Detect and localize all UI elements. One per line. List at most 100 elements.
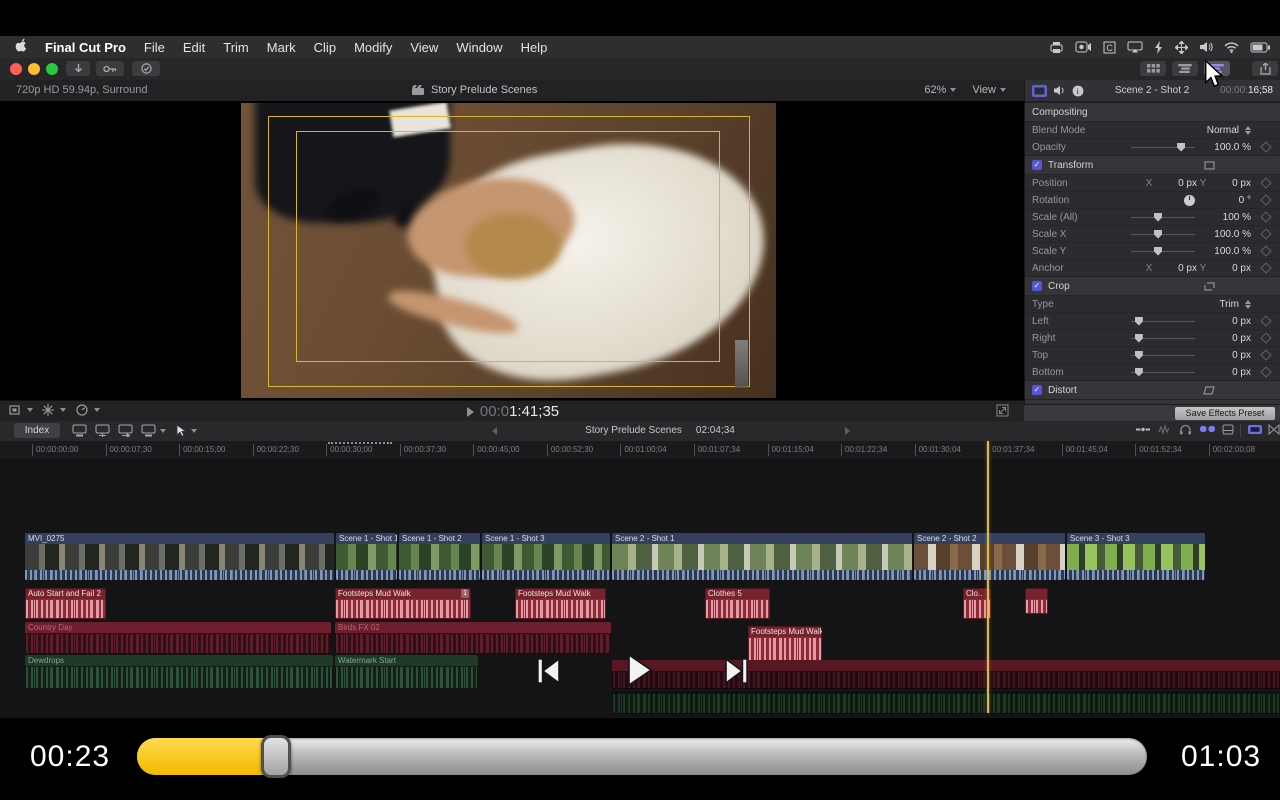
crop-right-slider[interactable] — [1131, 338, 1195, 339]
menu-file[interactable]: File — [144, 40, 165, 55]
timeline-view-button[interactable] — [1172, 61, 1198, 76]
playhead[interactable] — [987, 441, 989, 713]
battery-icon[interactable] — [1250, 42, 1270, 53]
stepper-icon[interactable] — [1244, 300, 1252, 309]
slider-thumb[interactable] — [1154, 230, 1162, 239]
scale-y-value[interactable]: 100.0 % — [1195, 246, 1251, 257]
keyframe-icon[interactable] — [1260, 211, 1271, 222]
menu-edit[interactable]: Edit — [183, 40, 205, 55]
expand-viewer-button[interactable] — [996, 404, 1009, 417]
crop-onscreen-icon[interactable] — [1204, 282, 1215, 291]
save-effects-preset-button[interactable]: Save Effects Preset — [1175, 407, 1275, 420]
keyframe-icon[interactable] — [1260, 228, 1271, 239]
info-inspector-icon[interactable]: i — [1072, 85, 1084, 97]
download-button[interactable] — [66, 61, 90, 76]
crop-top-value[interactable]: 0 px — [1195, 350, 1251, 361]
rotation-dial[interactable] — [1184, 195, 1195, 206]
rotation-value[interactable]: 0 ° — [1195, 195, 1251, 206]
slider-thumb[interactable] — [1135, 317, 1143, 326]
anchor-x-field[interactable]: 0 px — [1155, 263, 1197, 274]
zoom-window-button[interactable] — [46, 63, 58, 75]
scale-x-value[interactable]: 100.0 % — [1195, 229, 1251, 240]
retime-tool-menu[interactable] — [76, 404, 100, 416]
blend-mode-select[interactable]: Normal — [1183, 125, 1239, 136]
viewer-video-frame[interactable] — [241, 103, 776, 398]
crop-left-value[interactable]: 0 px — [1195, 316, 1251, 327]
capture-app-icon[interactable]: C — [1103, 41, 1116, 54]
slider-thumb[interactable] — [1135, 351, 1143, 360]
move-icon[interactable] — [1175, 41, 1188, 54]
section-transform[interactable]: ✓ Transform — [1025, 155, 1280, 174]
crop-checkbox[interactable]: ✓ — [1032, 281, 1042, 291]
menu-help[interactable]: Help — [521, 40, 548, 55]
menu-view[interactable]: View — [410, 40, 438, 55]
browser-view-button[interactable] — [1140, 61, 1166, 76]
keyframe-icon[interactable] — [1260, 366, 1271, 377]
keyframe-icon[interactable] — [1260, 245, 1271, 256]
skimming-button[interactable] — [1136, 424, 1150, 435]
distort-checkbox[interactable]: ✓ — [1032, 385, 1042, 395]
keyframe-icon[interactable] — [1260, 262, 1271, 273]
scale-x-slider[interactable] — [1131, 234, 1195, 235]
audio-skimming-button[interactable] — [1158, 424, 1171, 435]
minimize-window-button[interactable] — [28, 63, 40, 75]
timeline-ruler[interactable]: 00:00:00;0000:00:07;3000:00:15;0000:00:2… — [0, 441, 1280, 460]
player-scrubber[interactable] — [137, 738, 1147, 775]
insert-clip-button[interactable] — [95, 424, 110, 437]
viewer-view-menu[interactable]: View — [972, 84, 1006, 96]
crop-bottom-value[interactable]: 0 px — [1195, 367, 1251, 378]
slider-thumb[interactable] — [1154, 213, 1162, 222]
task-check-button[interactable] — [132, 61, 160, 76]
connect-clip-button[interactable] — [72, 424, 87, 437]
crop-top-slider[interactable] — [1131, 355, 1195, 356]
keyframe-icon[interactable] — [1260, 332, 1271, 343]
skip-back-button[interactable] — [536, 657, 561, 685]
crop-tool-menu[interactable] — [8, 404, 33, 416]
opacity-slider[interactable] — [1131, 147, 1195, 148]
position-x-field[interactable]: 0 px — [1155, 178, 1197, 189]
stepper-icon[interactable] — [1244, 126, 1252, 135]
transform-onscreen-icon[interactable] — [1204, 161, 1215, 170]
audio-inspector-icon[interactable] — [1053, 85, 1066, 96]
menu-app-name[interactable]: Final Cut Pro — [45, 40, 126, 55]
solo-button[interactable] — [1179, 424, 1192, 435]
clip-appearance-button[interactable] — [1222, 424, 1234, 435]
close-window-button[interactable] — [10, 63, 22, 75]
crop-bottom-slider[interactable] — [1131, 372, 1195, 373]
effects-browser-button[interactable] — [1248, 424, 1262, 435]
wifi-icon[interactable] — [1224, 42, 1239, 53]
share-button[interactable] — [1252, 61, 1278, 76]
distort-onscreen-icon[interactable] — [1203, 386, 1215, 395]
crop-left-slider[interactable] — [1131, 321, 1195, 322]
slider-thumb[interactable] — [1135, 334, 1143, 343]
timeline-project-title[interactable]: Story Prelude Scenes — [585, 425, 682, 436]
keyframe-icon[interactable] — [1260, 194, 1271, 205]
crop-type-select[interactable]: Trim — [1183, 299, 1239, 310]
overwrite-clip-button[interactable] — [141, 424, 166, 437]
keyframe-icon[interactable] — [1260, 177, 1271, 188]
scale-all-value[interactable]: 100 % — [1195, 212, 1251, 223]
menu-mark[interactable]: Mark — [267, 40, 296, 55]
position-y-field[interactable]: 0 px — [1209, 178, 1251, 189]
crop-overlay-handle[interactable] — [735, 340, 748, 388]
viewer-zoom-menu[interactable]: 62% — [924, 84, 956, 96]
transitions-browser-button[interactable] — [1268, 424, 1280, 435]
crop-right-value[interactable]: 0 px — [1195, 333, 1251, 344]
section-distort[interactable]: ✓ Distort — [1025, 380, 1280, 399]
crop-overlay-inner[interactable] — [296, 131, 720, 362]
menu-modify[interactable]: Modify — [354, 40, 392, 55]
keyframe-icon[interactable] — [1260, 315, 1271, 326]
volume-icon[interactable] — [1199, 41, 1213, 53]
effects-tool-menu[interactable] — [42, 404, 66, 416]
section-crop[interactable]: ✓ Crop — [1025, 276, 1280, 295]
select-tool-button[interactable] — [176, 424, 197, 437]
slider-thumb[interactable] — [1177, 143, 1185, 152]
slider-thumb[interactable] — [1135, 368, 1143, 377]
player-scrubber-handle[interactable] — [261, 735, 291, 778]
transform-checkbox[interactable]: ✓ — [1032, 160, 1042, 170]
play-button[interactable] — [627, 653, 653, 687]
previous-project-arrow[interactable] — [492, 427, 497, 435]
keyframe-icon[interactable] — [1260, 349, 1271, 360]
menu-clip[interactable]: Clip — [314, 40, 336, 55]
keyframe-icon[interactable] — [1260, 141, 1271, 152]
